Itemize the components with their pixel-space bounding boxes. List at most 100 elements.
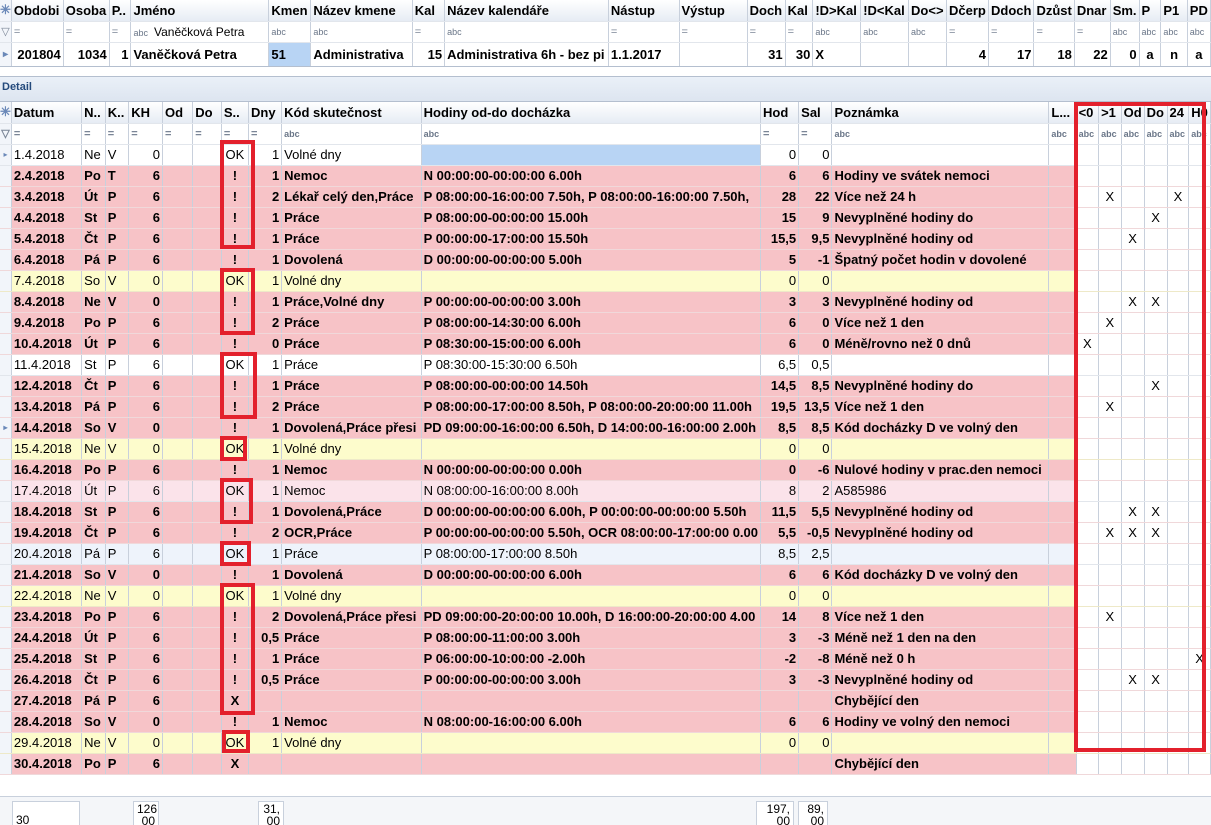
cell-od[interactable] <box>1121 249 1145 271</box>
cell-0[interactable] <box>1076 249 1100 271</box>
cell-s[interactable]: ! <box>221 648 250 670</box>
cell-od[interactable] <box>162 375 194 397</box>
cell-poznamka[interactable]: Méně/rovno než 0 dnů <box>831 333 1050 355</box>
cell-n[interactable]: So <box>81 417 106 439</box>
cell-kod-skutecnost[interactable]: Práce,Volné dny <box>281 291 422 313</box>
row-indicator-icon[interactable] <box>0 165 12 187</box>
cell-hodiny-od-do-dochazka[interactable]: P 08:00:00-17:00:00 8.50h, P 08:00:00-20… <box>421 396 762 418</box>
cell-k[interactable]: P <box>105 522 130 544</box>
cell-hodiny-od-do-dochazka[interactable]: P 08:00:00-16:00:00 7.50h, P 08:00:00-16… <box>421 186 762 208</box>
cell-kod-skutecnost[interactable]: Práce <box>281 207 422 229</box>
cell-dny[interactable] <box>248 690 283 712</box>
cell-do[interactable] <box>192 144 222 166</box>
cell-hodiny-od-do-dochazka[interactable]: P 08:00:00-11:00:00 3.00h <box>421 627 762 649</box>
filter-cell[interactable]: = <box>248 123 283 145</box>
cell-0[interactable] <box>1076 522 1100 544</box>
filter-cell[interactable]: abc <box>1160 21 1188 43</box>
cell-pd[interactable]: a <box>1187 42 1211 67</box>
cell-datum[interactable]: 28.4.2018 <box>11 711 83 733</box>
cell-datum[interactable]: 22.4.2018 <box>11 585 83 607</box>
row-indicator-icon[interactable] <box>0 522 12 544</box>
cell-h0[interactable] <box>1188 753 1211 775</box>
cell-do[interactable] <box>192 186 222 208</box>
cell-do[interactable] <box>192 165 222 187</box>
cell-h0[interactable] <box>1188 165 1211 187</box>
cell-l[interactable] <box>1048 417 1077 439</box>
cell-n[interactable]: Čt <box>81 669 106 691</box>
detail-row[interactable]: 23.4.2018 Po P 6! 2 Dovolená,Práce přesi PD 09… <box>0 606 1211 628</box>
detail-row[interactable]: 2.4.2018 Po T 6! 1 Nemoc N 00:00:00-00:00:00 6… <box>0 165 1211 187</box>
cell-od[interactable] <box>1121 312 1145 334</box>
cell-kh[interactable]: 6 <box>128 186 163 208</box>
cell-hod[interactable]: 0 <box>760 732 800 754</box>
cell-24[interactable] <box>1167 648 1190 670</box>
cell-datum[interactable]: 27.4.2018 <box>11 690 83 712</box>
row-indicator-icon[interactable] <box>0 459 12 481</box>
cell-nazev-kmene[interactable]: Administrativa <box>310 42 413 67</box>
cell-kod-skutecnost[interactable] <box>281 690 422 712</box>
cell-od[interactable] <box>1121 732 1145 754</box>
cell-do[interactable] <box>192 228 222 250</box>
cell-hodiny-od-do-dochazka[interactable]: P 08:30:00-15:00:00 6.00h <box>421 333 762 355</box>
cell-h0[interactable] <box>1188 144 1211 166</box>
cell-h0[interactable] <box>1188 228 1211 250</box>
cell-od[interactable] <box>1121 354 1145 376</box>
column-header-hodiny-od-do-dochazka[interactable]: Hodiny od-do docházka <box>421 102 762 124</box>
cell-24[interactable] <box>1167 564 1190 586</box>
cell-1[interactable] <box>1098 459 1122 481</box>
detail-row[interactable]: 3.4.2018 Út P 6! 2 Lékař celý den,Práce P 08:0… <box>0 186 1211 208</box>
cell-24[interactable] <box>1167 585 1190 607</box>
cell-od[interactable] <box>162 354 194 376</box>
cell-poznamka[interactable]: Méně než 0 h <box>831 648 1050 670</box>
cell-hodiny-od-do-dochazka[interactable]: D 00:00:00-00:00:00 6.00h <box>421 564 762 586</box>
cell-hod[interactable]: 5 <box>760 249 800 271</box>
cell-do[interactable] <box>1144 312 1168 334</box>
cell-do[interactable] <box>192 606 222 628</box>
cell-hodiny-od-do-dochazka[interactable]: N 08:00:00-16:00:00 6.00h <box>421 711 762 733</box>
cell-od[interactable] <box>1121 480 1145 502</box>
cell-poznamka[interactable]: Méně než 1 den na den <box>831 627 1050 649</box>
cell-n[interactable]: So <box>81 564 106 586</box>
cell-hodiny-od-do-dochazka[interactable] <box>421 753 762 775</box>
cell-24[interactable] <box>1167 711 1190 733</box>
cell-k[interactable]: V <box>105 732 130 754</box>
cell-do[interactable] <box>192 564 222 586</box>
cell-hodiny-od-do-dochazka[interactable]: D 00:00:00-00:00:00 5.00h <box>421 249 762 271</box>
cell-24[interactable] <box>1167 375 1190 397</box>
cell-nazev-kalendare[interactable]: Administrativa 6h - bez pi <box>444 42 609 67</box>
filter-cell[interactable]: abc <box>1144 123 1168 145</box>
cell-h0[interactable] <box>1188 564 1211 586</box>
column-header-sal[interactable]: Sal <box>798 102 833 124</box>
cell-kh[interactable]: 0 <box>128 291 163 313</box>
cell-l[interactable] <box>1048 438 1077 460</box>
cell-kh[interactable]: 6 <box>128 228 163 250</box>
cell-kh[interactable]: 6 <box>128 627 163 649</box>
cell-hodiny-od-do-dochazka[interactable] <box>421 690 762 712</box>
detail-row[interactable]: 17.4.2018 Út P 6 OK 1 Nemoc N 08:00:00-16:00:00… <box>0 480 1211 502</box>
cell-do[interactable]: X <box>1144 522 1168 544</box>
cell-24[interactable] <box>1167 354 1190 376</box>
column-header-kh[interactable]: KH <box>128 102 163 124</box>
cell-0[interactable] <box>1076 438 1100 460</box>
filter-cell[interactable]: abc <box>1110 21 1140 43</box>
cell-do[interactable] <box>908 42 947 67</box>
cell-datum[interactable]: 20.4.2018 <box>11 543 83 565</box>
cell-dny[interactable]: 1 <box>248 501 283 523</box>
cell-n[interactable]: Ne <box>81 291 106 313</box>
cell-od[interactable] <box>162 417 194 439</box>
cell-hodiny-od-do-dochazka[interactable]: PD 09:00:00-20:00:00 10.00h, D 16:00:00-… <box>421 606 762 628</box>
filter-funnel-icon[interactable]: ▽ <box>0 21 12 43</box>
cell-0[interactable] <box>1076 291 1100 313</box>
cell-kod-skutecnost[interactable]: Práce <box>281 543 422 565</box>
filter-cell[interactable]: abc <box>1076 123 1100 145</box>
cell-sal[interactable]: 2,5 <box>798 543 833 565</box>
cell-obdobi[interactable]: 201804 <box>11 42 64 67</box>
cell-h0[interactable] <box>1188 312 1211 334</box>
cell-0[interactable] <box>1076 270 1100 292</box>
cell-do[interactable] <box>192 396 222 418</box>
cell-kh[interactable]: 6 <box>128 165 163 187</box>
cell-do[interactable] <box>192 627 222 649</box>
row-indicator-icon[interactable] <box>0 270 12 292</box>
filter-cell[interactable]: = <box>192 123 222 145</box>
cell-s[interactable]: ! <box>221 669 250 691</box>
